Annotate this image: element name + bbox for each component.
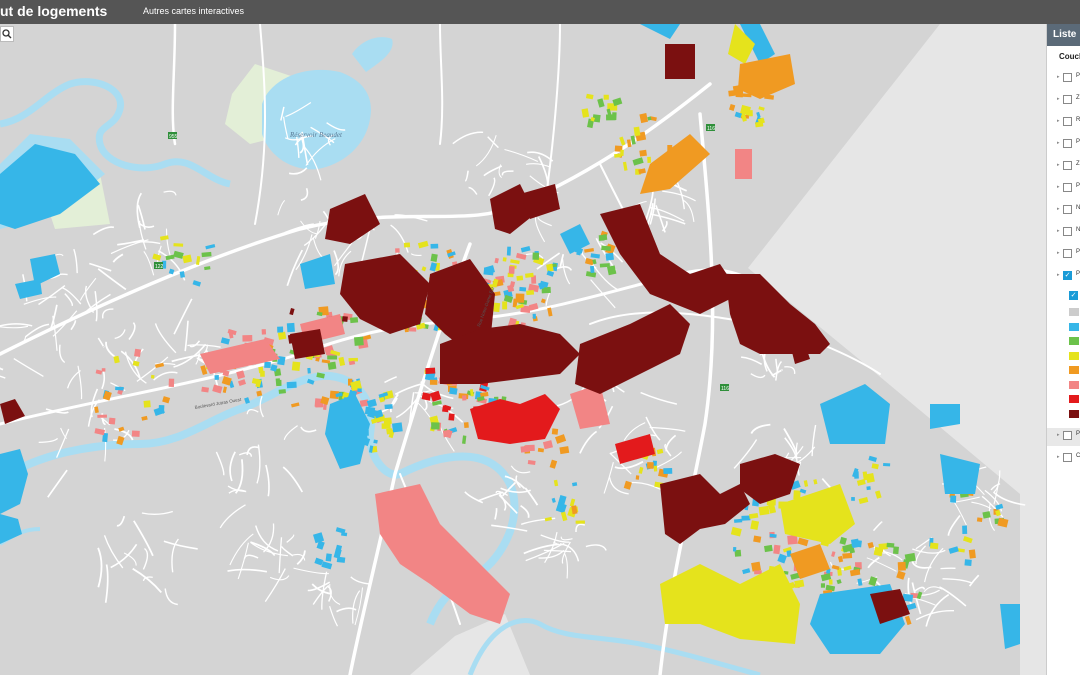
layer-row[interactable]: ▸ N xyxy=(1047,224,1080,242)
layer-checkbox[interactable] xyxy=(1063,453,1072,462)
layer-label: R xyxy=(1076,117,1080,123)
layer-list-panel: Liste Couch ▸P▸Z▸R▸P▸Z▸P▸N▸N▸P▸✓P✓▸P▸C xyxy=(1046,24,1080,675)
layer-label: N xyxy=(1076,227,1080,233)
legend-swatch xyxy=(1069,337,1079,345)
layer-label: P xyxy=(1076,73,1080,79)
layer-row[interactable]: ▸ Z xyxy=(1047,92,1080,110)
layer-checkbox[interactable] xyxy=(1063,183,1072,192)
top-bar: ut de logements Autres cartes interactiv… xyxy=(0,0,1080,24)
layer-row[interactable]: ▸ P xyxy=(1047,136,1080,154)
layer-checkbox[interactable] xyxy=(1063,161,1072,170)
reservoir-label: Réservoir Beaudet xyxy=(289,131,343,139)
layer-label: P xyxy=(1076,139,1080,145)
expand-icon[interactable]: ▸ xyxy=(1057,432,1060,438)
panel-subtitle: Couch xyxy=(1059,52,1080,61)
layer-checkbox[interactable] xyxy=(1063,117,1072,126)
layer-row[interactable]: ▸ P xyxy=(1047,70,1080,88)
layer-checkbox[interactable] xyxy=(1063,139,1072,148)
other-maps-link[interactable]: Autres cartes interactives xyxy=(143,6,244,16)
layer-label: Z xyxy=(1076,161,1080,167)
layer-label: Z xyxy=(1076,95,1080,101)
panel-header: Liste xyxy=(1047,24,1080,46)
layer-checkbox[interactable] xyxy=(1063,249,1072,258)
legend-swatch xyxy=(1069,409,1079,418)
expand-icon[interactable]: ▸ xyxy=(1057,206,1060,212)
svg-text:122: 122 xyxy=(155,264,164,270)
legend-group-row[interactable]: ✓ xyxy=(1047,288,1080,306)
map-canvas[interactable]: Réservoir Beaudet Boulevard Jutras Ouest… xyxy=(0,24,1046,675)
layer-row[interactable]: ▸ Z xyxy=(1047,158,1080,176)
legend-swatch xyxy=(1069,380,1079,389)
layer-row[interactable]: ▸ C xyxy=(1047,450,1080,468)
layer-label: P xyxy=(1076,431,1080,437)
layer-row[interactable]: ▸ ✓ P xyxy=(1047,268,1080,286)
legend-swatch xyxy=(1069,395,1079,403)
svg-text:116: 116 xyxy=(707,126,715,132)
expand-icon[interactable]: ▸ xyxy=(1057,184,1060,190)
legend-swatch xyxy=(1069,366,1079,374)
map-view[interactable]: Réservoir Beaudet Boulevard Jutras Ouest… xyxy=(0,24,1046,675)
layer-checkbox[interactable]: ✓ xyxy=(1063,271,1072,280)
legend-swatch xyxy=(1069,308,1079,316)
layer-row[interactable]: ▸ P xyxy=(1047,246,1080,264)
layer-label: N xyxy=(1076,205,1080,211)
expand-icon[interactable]: ▸ xyxy=(1057,118,1060,124)
layer-checkbox[interactable] xyxy=(1063,431,1072,440)
layer-label: C xyxy=(1076,453,1080,459)
layer-checkbox[interactable] xyxy=(1063,95,1072,104)
legend-swatch xyxy=(1069,351,1079,360)
layer-checkbox[interactable] xyxy=(1063,73,1072,82)
layer-checkbox[interactable] xyxy=(1063,205,1072,214)
route-shield: 955 xyxy=(168,132,178,140)
legend-group-checkbox[interactable]: ✓ xyxy=(1069,291,1078,300)
expand-icon[interactable]: ▸ xyxy=(1057,454,1060,460)
legend-swatch xyxy=(1069,322,1079,331)
layer-label: P xyxy=(1076,271,1080,277)
route-shield: 116 xyxy=(706,124,715,132)
layer-checkbox[interactable] xyxy=(1063,227,1072,236)
route-shield: 116 xyxy=(720,384,729,392)
svg-text:116: 116 xyxy=(721,386,729,392)
expand-icon[interactable]: ▸ xyxy=(1057,74,1060,80)
app-title: ut de logements xyxy=(0,3,108,19)
svg-text:955: 955 xyxy=(169,134,178,140)
expand-icon[interactable]: ▸ xyxy=(1057,162,1060,168)
layer-label: P xyxy=(1076,249,1080,255)
layer-row[interactable]: ▸ N xyxy=(1047,202,1080,220)
layer-row[interactable]: ▸ P xyxy=(1047,180,1080,198)
expand-icon[interactable]: ▸ xyxy=(1057,228,1060,234)
expand-icon[interactable]: ▸ xyxy=(1057,272,1060,278)
route-shield: 122 xyxy=(154,262,164,270)
layer-row[interactable]: ▸ R xyxy=(1047,114,1080,132)
expand-icon[interactable]: ▸ xyxy=(1057,140,1060,146)
layer-row[interactable]: ▸ P xyxy=(1047,428,1080,446)
expand-icon[interactable]: ▸ xyxy=(1057,96,1060,102)
layer-label: P xyxy=(1076,183,1080,189)
expand-icon[interactable]: ▸ xyxy=(1057,250,1060,256)
search-icon[interactable] xyxy=(0,26,14,42)
